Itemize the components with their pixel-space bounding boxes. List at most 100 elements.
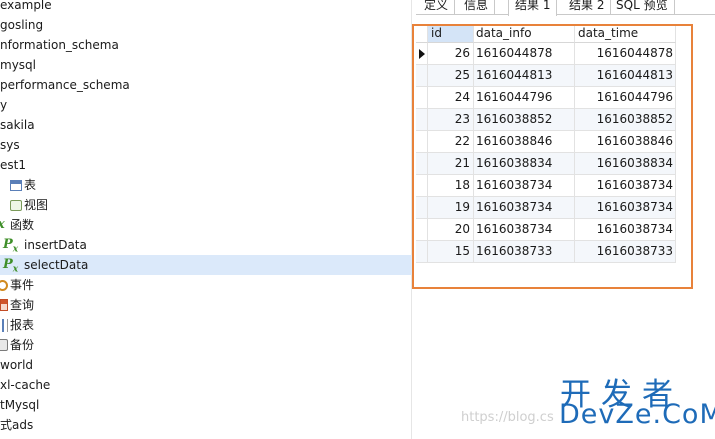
table-cell-data-time[interactable]: 1616038852 [575, 109, 676, 131]
table-cell-data-info[interactable]: 1616044796 [474, 87, 575, 109]
tree-item[interactable]: sakila [0, 115, 412, 135]
table-cell-data-info[interactable]: 1616038734 [474, 219, 575, 241]
row-marker[interactable] [416, 109, 428, 131]
table-cell-id[interactable]: 24 [428, 87, 474, 109]
query-icon [0, 299, 8, 311]
table-cell-data-time[interactable]: 1616044796 [575, 87, 676, 109]
tree-item[interactable]: est1 [0, 155, 412, 175]
watermark-url: https://blog.cs [461, 410, 554, 425]
table-cell-id[interactable]: 22 [428, 131, 474, 153]
table-row[interactable]: 15 1616038733 1616038733 [416, 241, 676, 263]
tree-item[interactable]: performance_schema [0, 75, 412, 95]
tree-item[interactable]: 式ads [0, 415, 412, 435]
table-cell-data-time[interactable]: 1616044813 [575, 65, 676, 87]
tree-item-label: 备份 [10, 338, 35, 352]
table-cell-data-time[interactable]: 1616038734 [575, 175, 676, 197]
row-marker[interactable] [416, 65, 428, 87]
current-row-arrow-icon [419, 49, 425, 59]
table-cell-data-time[interactable]: 1616038846 [575, 131, 676, 153]
row-marker[interactable] [416, 153, 428, 175]
table-cell-data-info[interactable]: 1616038734 [474, 197, 575, 219]
tree-item[interactable]: Px selectData [0, 255, 412, 275]
tree-item[interactable]: gosling [0, 15, 412, 35]
navigator-tree: example gosling nformation_schemamysql perf… [0, 0, 412, 439]
row-marker[interactable] [416, 219, 428, 241]
tab[interactable]: SQL 预览 [610, 0, 675, 15]
table-cell-data-info[interactable]: 1616038734 [474, 175, 575, 197]
tree-item[interactable]: xl-cache [0, 375, 412, 395]
tree-item-label: gosling [0, 18, 44, 32]
table-cell-data-time[interactable]: 1616038734 [575, 197, 676, 219]
tree-item-label: y [0, 98, 8, 112]
table-row[interactable]: 24 1616044796 1616044796 [416, 87, 676, 109]
table-cell-data-info[interactable]: 1616038846 [474, 131, 575, 153]
tree-item-label: 式ads [0, 418, 34, 432]
tree-item[interactable]: 查询 [0, 295, 412, 315]
tree-item[interactable]: 报表 [0, 315, 412, 335]
event-icon [0, 280, 8, 291]
tree-item[interactable]: Px insertData [0, 235, 412, 255]
tab[interactable]: 信息 [458, 0, 496, 15]
tree-item-label: est1 [0, 158, 26, 172]
table-cell-id[interactable]: 19 [428, 197, 474, 219]
tab[interactable]: 结果 2 [563, 0, 612, 15]
table-cell-data-info[interactable]: 1616038834 [474, 153, 575, 175]
tree-item-label: selectData [24, 258, 89, 272]
row-marker[interactable] [416, 175, 428, 197]
row-marker[interactable] [416, 131, 428, 153]
backup-icon [0, 339, 8, 351]
tree-item-label: 函数 [10, 218, 35, 232]
tree-item[interactable]: world [0, 355, 412, 375]
table-cell-id[interactable]: 18 [428, 175, 474, 197]
tree-item-label: tMysql [0, 398, 40, 412]
column-header[interactable]: data_info [474, 24, 575, 43]
tree-item-label: world [0, 358, 34, 372]
table-cell-data-info[interactable]: 1616044813 [474, 65, 575, 87]
tree-item[interactable]: sys [0, 135, 412, 155]
tree-item-label: 事件 [10, 278, 35, 292]
table-cell-data-info[interactable]: 1616038733 [474, 241, 575, 263]
table-cell-id[interactable]: 21 [428, 153, 474, 175]
tree-item[interactable]: example [0, 0, 412, 15]
row-marker[interactable] [416, 241, 428, 263]
table-row[interactable]: 20 1616038734 1616038734 [416, 219, 676, 241]
tree-item-label: nformation_schema [0, 38, 119, 52]
table-cell-id[interactable]: 25 [428, 65, 474, 87]
table-cell-id[interactable]: 26 [428, 43, 474, 65]
table-cell-data-info[interactable]: 1616038852 [474, 109, 575, 131]
table-row[interactable]: 26 1616044878 1616044878 [416, 43, 676, 65]
table-row[interactable]: 21 1616038834 1616038834 [416, 153, 676, 175]
row-marker[interactable] [416, 87, 428, 109]
table-cell-data-info[interactable]: 1616044878 [474, 43, 575, 65]
tree-item[interactable]: x函数 [0, 215, 412, 235]
tree-item[interactable]: nformation_schema [0, 35, 412, 55]
table-row[interactable]: 19 1616038734 1616038734 [416, 197, 676, 219]
tree-item[interactable]: 事件 [0, 275, 412, 295]
table-cell-data-time[interactable]: 1616038733 [575, 241, 676, 263]
table-cell-id[interactable]: 15 [428, 241, 474, 263]
tab[interactable]: 定义 [418, 0, 456, 15]
tree-item-label: insertData [24, 238, 87, 252]
tree-item[interactable]: y [0, 95, 412, 115]
tree-item[interactable]: 备份 [0, 335, 412, 355]
tree-item[interactable]: tMysql [0, 395, 412, 415]
table-row[interactable]: 22 1616038846 1616038846 [416, 131, 676, 153]
table-row[interactable]: 18 1616038734 1616038734 [416, 175, 676, 197]
tab[interactable]: 结果 1 [508, 0, 558, 16]
row-marker[interactable] [416, 43, 428, 65]
table-row[interactable]: 25 1616044813 1616044813 [416, 65, 676, 87]
column-header[interactable]: data_time [575, 24, 676, 43]
row-marker-header [416, 24, 428, 43]
tree-item-label: 报表 [10, 318, 35, 332]
tree-item[interactable]: mysql [0, 55, 412, 75]
table-cell-data-time[interactable]: 1616044878 [575, 43, 676, 65]
table-cell-id[interactable]: 23 [428, 109, 474, 131]
tree-item[interactable]: 表 [0, 175, 412, 195]
table-cell-data-time[interactable]: 1616038734 [575, 219, 676, 241]
tree-item[interactable]: 视图 [0, 195, 412, 215]
row-marker[interactable] [416, 197, 428, 219]
column-header[interactable]: id [428, 24, 474, 43]
table-row[interactable]: 23 1616038852 1616038852 [416, 109, 676, 131]
table-cell-id[interactable]: 20 [428, 219, 474, 241]
table-cell-data-time[interactable]: 1616038834 [575, 153, 676, 175]
